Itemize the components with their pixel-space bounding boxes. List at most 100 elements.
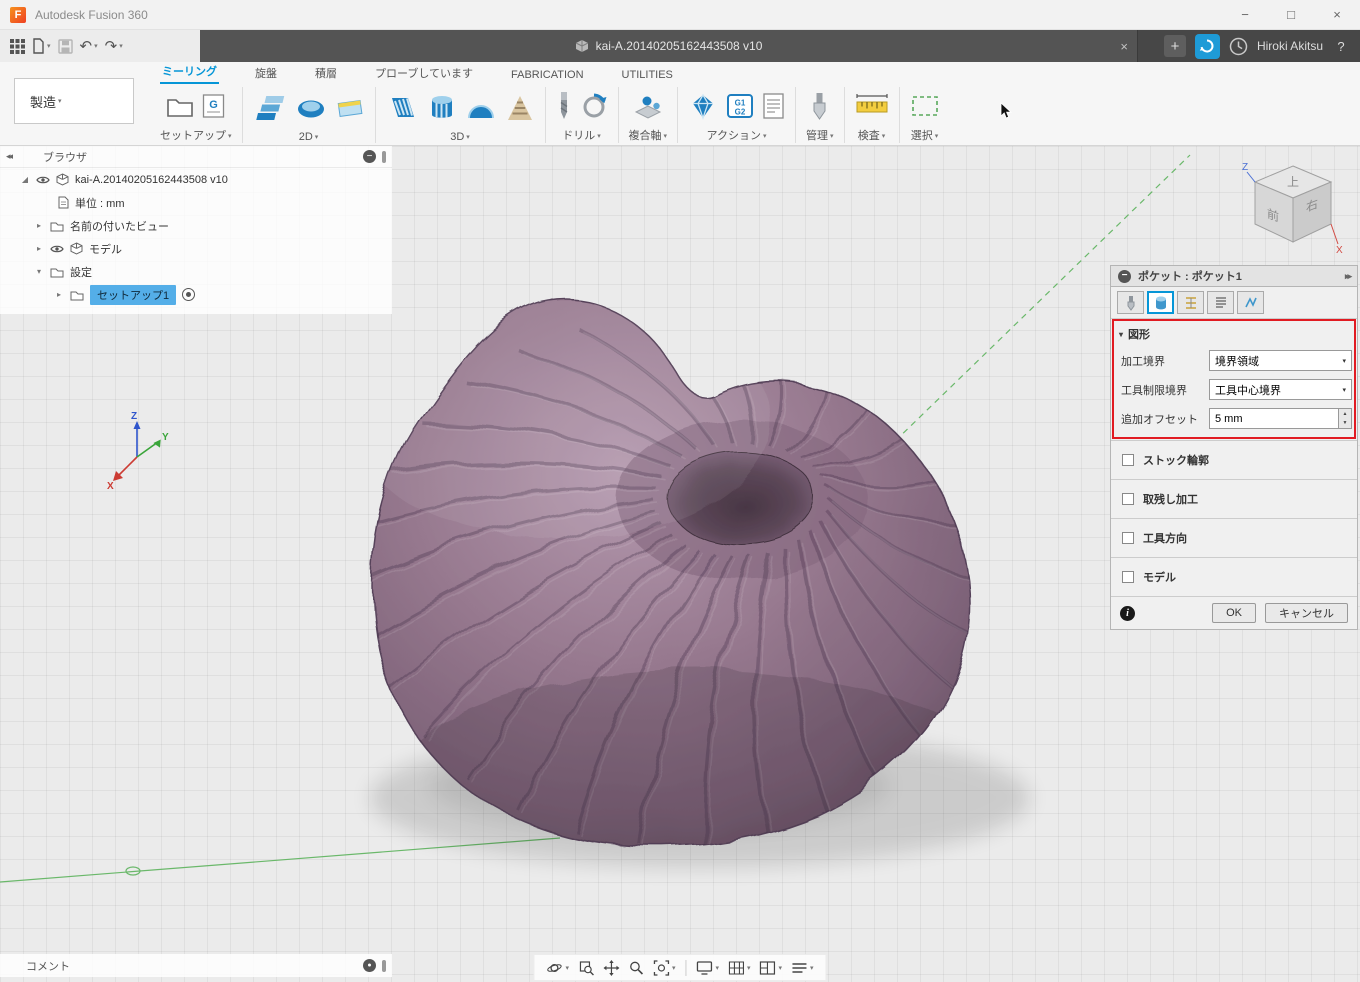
dialog-collapse-icon[interactable]: − <box>1118 269 1131 283</box>
job-status-button[interactable] <box>1194 33 1220 59</box>
3d-pocket-icon[interactable] <box>427 93 457 123</box>
2d-pocket-icon[interactable] <box>295 93 327 123</box>
group-label-select[interactable]: 選択 <box>911 127 939 146</box>
multiaxis-icon[interactable] <box>633 91 663 121</box>
named-views-label[interactable]: 名前の付いたビュー <box>70 218 169 234</box>
ok-button[interactable]: OK <box>1212 603 1256 623</box>
spiral-ramp-icon[interactable] <box>505 93 535 123</box>
dialog-expand-icon[interactable]: ▸▸ <box>1345 271 1352 282</box>
grid-settings-button[interactable] <box>725 959 754 977</box>
browser-row-units[interactable]: 単位 : mm <box>0 191 392 214</box>
browser-minimize-icon[interactable]: − <box>363 150 376 163</box>
simulate-icon[interactable] <box>688 91 718 121</box>
tab-milling[interactable]: ミーリング <box>160 61 219 84</box>
tool-library-icon[interactable] <box>810 91 829 121</box>
stock-contours-checkbox[interactable] <box>1122 454 1134 466</box>
browser-row-model[interactable]: ▸ モデル <box>0 237 392 260</box>
select-window-icon[interactable] <box>910 93 940 119</box>
drill-icon[interactable] <box>556 90 572 121</box>
stock-contours-section[interactable]: ストック輪郭 <box>1111 440 1357 479</box>
model-checkbox[interactable] <box>1122 571 1134 583</box>
tab-probing[interactable]: プローブしています <box>373 63 475 84</box>
viewport-canvas[interactable]: Z Y X 上 前 右 Z X ◂◂ ブラウザ − ◢ kai-A.201402… <box>0 146 1360 982</box>
additional-offset-input[interactable]: 5 mm ▲ ▼ <box>1209 408 1352 429</box>
group-label-multiaxis[interactable]: 複合軸 <box>629 127 668 146</box>
tab-turning[interactable]: 旋盤 <box>253 63 279 84</box>
help-button[interactable]: ? <box>1332 39 1350 54</box>
group-label-drill[interactable]: ドリル <box>562 127 601 146</box>
expand-arrow-icon[interactable]: ▸ <box>54 290 64 299</box>
rest-machining-section[interactable]: 取残し加工 <box>1111 479 1357 518</box>
dialog-tab-heights[interactable] <box>1177 291 1204 314</box>
group-label-inspect[interactable]: 検査 <box>858 127 886 146</box>
new-document-tab-button[interactable]: + <box>1163 35 1186 57</box>
group-label-manage[interactable]: 管理 <box>806 127 834 146</box>
comment-resize-handle[interactable] <box>382 959 386 972</box>
rest-machining-checkbox[interactable] <box>1122 493 1134 505</box>
view-cube[interactable]: 上 前 右 Z X <box>1238 158 1348 258</box>
fit-button[interactable] <box>650 958 679 978</box>
document-close-icon[interactable]: × <box>1120 30 1128 62</box>
visibility-eye-icon[interactable] <box>50 244 64 254</box>
comment-minimize-icon[interactable]: ● <box>363 959 376 972</box>
browser-row-setup1[interactable]: ▸ セットアップ1 <box>0 283 392 306</box>
browser-resize-handle[interactable] <box>382 150 386 163</box>
expand-arrow-icon[interactable]: ▸ <box>34 221 44 230</box>
spin-up-icon[interactable]: ▲ <box>1339 409 1351 419</box>
dialog-header[interactable]: − ポケット : ポケット1 ▸▸ <box>1110 265 1358 287</box>
close-button[interactable]: × <box>1314 0 1360 30</box>
look-at-button[interactable] <box>575 958 597 978</box>
setup1-label[interactable]: セットアップ1 <box>90 284 177 305</box>
dialog-tab-geometry[interactable] <box>1147 291 1174 314</box>
dialog-tab-linking[interactable] <box>1237 291 1264 314</box>
browser-root-label[interactable]: kai-A.20140205162443508 v10 <box>75 174 228 186</box>
dialog-tab-tool[interactable] <box>1117 291 1144 314</box>
model-section[interactable]: モデル <box>1111 557 1357 596</box>
measure-icon[interactable] <box>855 93 889 119</box>
geometry-section-header[interactable]: ▾ 図形 <box>1116 322 1352 346</box>
visual-style-button[interactable] <box>788 960 817 976</box>
tool-orientation-checkbox[interactable] <box>1122 532 1134 544</box>
orbit-button[interactable] <box>543 958 572 978</box>
spin-down-icon[interactable]: ▼ <box>1339 418 1351 428</box>
new-setup-icon[interactable] <box>166 93 194 119</box>
group-label-setup[interactable]: セットアップ <box>160 127 232 146</box>
minimize-button[interactable]: − <box>1222 0 1268 30</box>
face-icon[interactable] <box>335 93 365 123</box>
3d-adaptive-icon[interactable] <box>386 93 419 123</box>
browser-row-root[interactable]: ◢ kai-A.20140205162443508 v10 <box>0 168 392 191</box>
group-label-actions[interactable]: アクション <box>707 127 767 146</box>
visibility-eye-icon[interactable] <box>36 175 50 185</box>
group-label-3d[interactable]: 3D <box>450 131 470 146</box>
comment-bar[interactable]: コメント ● <box>0 954 392 977</box>
browser-row-named-views[interactable]: ▸ 名前の付いたビュー <box>0 214 392 237</box>
machining-boundary-select[interactable]: 境界領域 ▾ <box>1209 350 1352 371</box>
redo-button[interactable]: ↷ <box>105 39 123 54</box>
tab-fabrication[interactable]: FABRICATION <box>509 67 586 84</box>
settings-label[interactable]: 設定 <box>70 264 92 280</box>
units-label[interactable]: 単位 : mm <box>75 195 125 211</box>
viewports-button[interactable] <box>757 959 786 977</box>
thread-icon[interactable] <box>580 92 608 120</box>
expand-arrow-icon[interactable]: ▸ <box>34 244 44 253</box>
setup-sheet-icon[interactable] <box>762 92 785 120</box>
scallop-icon[interactable] <box>465 93 497 123</box>
info-icon[interactable]: i <box>1120 605 1135 621</box>
user-name[interactable]: Hiroki Akitsu <box>1257 39 1323 53</box>
browser-row-settings[interactable]: ▾ 設定 <box>0 260 392 283</box>
group-label-2d[interactable]: 2D <box>299 131 319 146</box>
collapse-browser-icon[interactable]: ◂◂ <box>6 151 13 162</box>
collapse-arrow-icon[interactable]: ▾ <box>34 267 44 276</box>
2d-adaptive-icon[interactable] <box>253 93 287 123</box>
app-grid-icon[interactable] <box>10 38 25 54</box>
dialog-tab-passes[interactable] <box>1207 291 1234 314</box>
tab-additive[interactable]: 積層 <box>313 63 339 84</box>
model-label[interactable]: モデル <box>89 241 122 257</box>
workspace-selector[interactable]: 製造 <box>14 78 134 124</box>
generate-gcode-icon[interactable]: G <box>202 93 225 119</box>
post-process-icon[interactable]: G1G2 <box>726 92 754 120</box>
save-icon[interactable] <box>57 38 73 54</box>
cancel-button[interactable]: キャンセル <box>1265 603 1348 623</box>
active-setup-radio-icon[interactable] <box>182 288 196 301</box>
display-settings-button[interactable] <box>693 959 722 977</box>
